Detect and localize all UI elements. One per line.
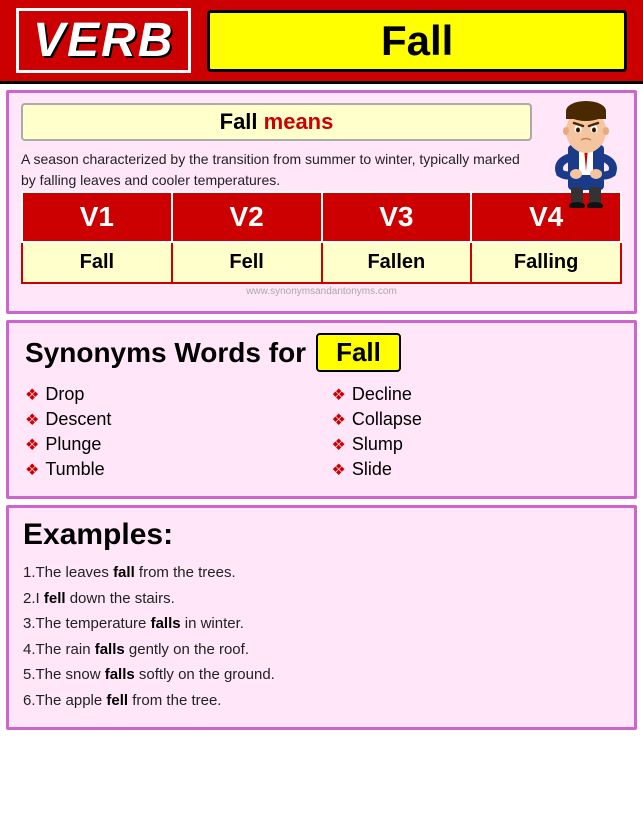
- diamond-icon: ❖: [332, 435, 346, 455]
- synonyms-content: Synonyms Words for Fall ❖ Drop ❖ Descent ❖…: [9, 323, 634, 496]
- examples-content: Examples: 1.The leaves fall from the tre…: [9, 508, 634, 727]
- diamond-icon: ❖: [25, 435, 39, 455]
- synonyms-grid: ❖ Drop ❖ Descent ❖ Plunge ❖ Tumble ❖ Decline …: [25, 382, 618, 482]
- v1-header: V1: [22, 192, 172, 242]
- diamond-icon: ❖: [25, 410, 39, 430]
- v2-header: V2: [172, 192, 322, 242]
- v1-form: Fall: [22, 242, 172, 283]
- synonyms-col2: ❖ Decline ❖ Collapse ❖ Slump ❖ Slide: [332, 382, 619, 482]
- synonym-word: Descent: [45, 409, 111, 430]
- list-item: ❖ Tumble: [25, 457, 312, 482]
- synonym-word: Tumble: [45, 459, 104, 480]
- synonyms-section: Synonyms Words for Fall ❖ Drop ❖ Descent ❖…: [6, 320, 637, 499]
- header-word: Fall: [207, 10, 627, 72]
- synonym-word: Slump: [352, 434, 403, 455]
- synonym-word: Plunge: [45, 434, 101, 455]
- synonym-word: Drop: [45, 384, 84, 405]
- list-item: ❖ Slide: [332, 457, 619, 482]
- examples-title: Examples:: [23, 518, 620, 552]
- synonym-word: Collapse: [352, 409, 422, 430]
- list-item: 6.The apple fell from the tree.: [23, 688, 620, 714]
- means-text: means: [258, 109, 334, 134]
- v2-form: Fell: [172, 242, 322, 283]
- header: VERB Fall: [0, 0, 643, 84]
- synonyms-word-badge: Fall: [316, 333, 401, 372]
- synonyms-title: Synonyms Words for Fall: [25, 333, 618, 372]
- list-item: ❖ Decline: [332, 382, 619, 407]
- examples-section: Examples: 1.The leaves fall from the tre…: [6, 505, 637, 730]
- v4-form: Falling: [471, 242, 621, 283]
- diamond-icon: ❖: [332, 385, 346, 405]
- character-illustration: [546, 93, 626, 203]
- means-title-box: Fall means: [21, 103, 532, 141]
- synonyms-title-text: Synonyms Words for: [25, 337, 306, 369]
- watermark: www.synonymsandantonyms.com: [21, 284, 622, 299]
- list-item: ❖ Plunge: [25, 432, 312, 457]
- means-section: Fall means: [6, 90, 637, 314]
- verb-forms-table: V1 V2 V3 V4 Fall Fell Fallen Falling: [21, 191, 622, 284]
- diamond-icon: ❖: [332, 460, 346, 480]
- list-item: ❖ Collapse: [332, 407, 619, 432]
- list-item: 1.The leaves fall from the trees.: [23, 560, 620, 586]
- diamond-icon: ❖: [332, 410, 346, 430]
- list-item: ❖ Drop: [25, 382, 312, 407]
- list-item: ❖ Slump: [332, 432, 619, 457]
- means-word: Fall: [220, 109, 258, 134]
- list-item: 3.The temperature falls in winter.: [23, 611, 620, 637]
- means-content: Fall means: [9, 93, 634, 311]
- v3-form: Fallen: [322, 242, 472, 283]
- verb-forms-row: Fall Fell Fallen Falling: [22, 242, 621, 283]
- list-item: 5.The snow falls softly on the ground.: [23, 662, 620, 688]
- list-item: 2.I fell down the stairs.: [23, 586, 620, 612]
- synonyms-col1: ❖ Drop ❖ Descent ❖ Plunge ❖ Tumble: [25, 382, 312, 482]
- means-description: A season characterized by the transition…: [21, 149, 537, 191]
- synonym-word: Decline: [352, 384, 412, 405]
- synonym-word: Slide: [352, 459, 392, 480]
- diamond-icon: ❖: [25, 460, 39, 480]
- diamond-icon: ❖: [25, 385, 39, 405]
- list-item: ❖ Descent: [25, 407, 312, 432]
- verb-forms-header-row: V1 V2 V3 V4: [22, 192, 621, 242]
- v3-header: V3: [322, 192, 472, 242]
- list-item: 4.The rain falls gently on the roof.: [23, 637, 620, 663]
- verb-label: VERB: [16, 8, 191, 73]
